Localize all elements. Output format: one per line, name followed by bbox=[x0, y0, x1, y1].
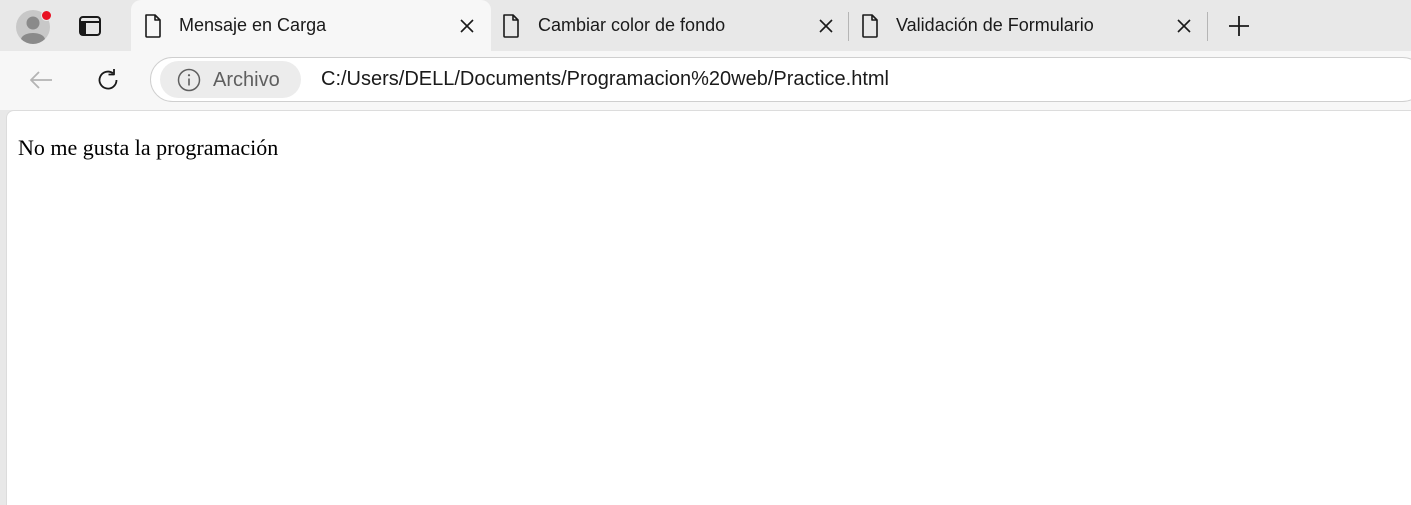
info-icon bbox=[177, 68, 201, 92]
close-icon[interactable] bbox=[1175, 17, 1193, 35]
close-icon[interactable] bbox=[458, 17, 476, 35]
toolbar: Archivo C:/Users/DELL/Documents/Programa… bbox=[0, 51, 1411, 110]
site-info-button[interactable]: Archivo bbox=[160, 61, 301, 98]
site-chip-label: Archivo bbox=[213, 69, 280, 91]
page-content: No me gusta la programación bbox=[6, 110, 1411, 505]
notification-dot bbox=[41, 10, 52, 21]
reload-icon bbox=[98, 69, 118, 90]
tab-title: Validación de Formulario bbox=[896, 15, 1094, 35]
reload-button[interactable] bbox=[90, 62, 126, 98]
back-arrow-icon bbox=[30, 71, 52, 89]
tab-validacion-de-formulario[interactable]: Validación de Formulario bbox=[848, 0, 1206, 51]
close-icon[interactable] bbox=[817, 17, 835, 35]
page-icon bbox=[862, 14, 878, 38]
url-text[interactable]: C:/Users/DELL/Documents/Programacion%20w… bbox=[321, 68, 889, 91]
page-icon bbox=[503, 14, 519, 38]
tab-cambiar-color-de-fondo[interactable]: Cambiar color de fondo bbox=[489, 0, 847, 51]
tab-actions-button[interactable] bbox=[73, 11, 107, 41]
new-tab-button[interactable] bbox=[1222, 10, 1256, 42]
tab-mensaje-en-carga[interactable]: Mensaje en Carga bbox=[131, 0, 491, 51]
address-bar[interactable]: Archivo C:/Users/DELL/Documents/Programa… bbox=[150, 57, 1411, 102]
page-icon bbox=[145, 14, 161, 38]
tab-actions-icon bbox=[79, 16, 101, 36]
tab-strip: Mensaje en Carga Cambiar color de fondo … bbox=[0, 0, 1411, 51]
page-text: No me gusta la programación bbox=[18, 135, 279, 160]
tab-title: Mensaje en Carga bbox=[179, 15, 327, 35]
plus-icon bbox=[1229, 16, 1249, 36]
profile-button[interactable] bbox=[15, 9, 52, 45]
tab-title: Cambiar color de fondo bbox=[538, 15, 726, 35]
tab-separator bbox=[1207, 12, 1208, 41]
back-button[interactable] bbox=[23, 62, 59, 98]
